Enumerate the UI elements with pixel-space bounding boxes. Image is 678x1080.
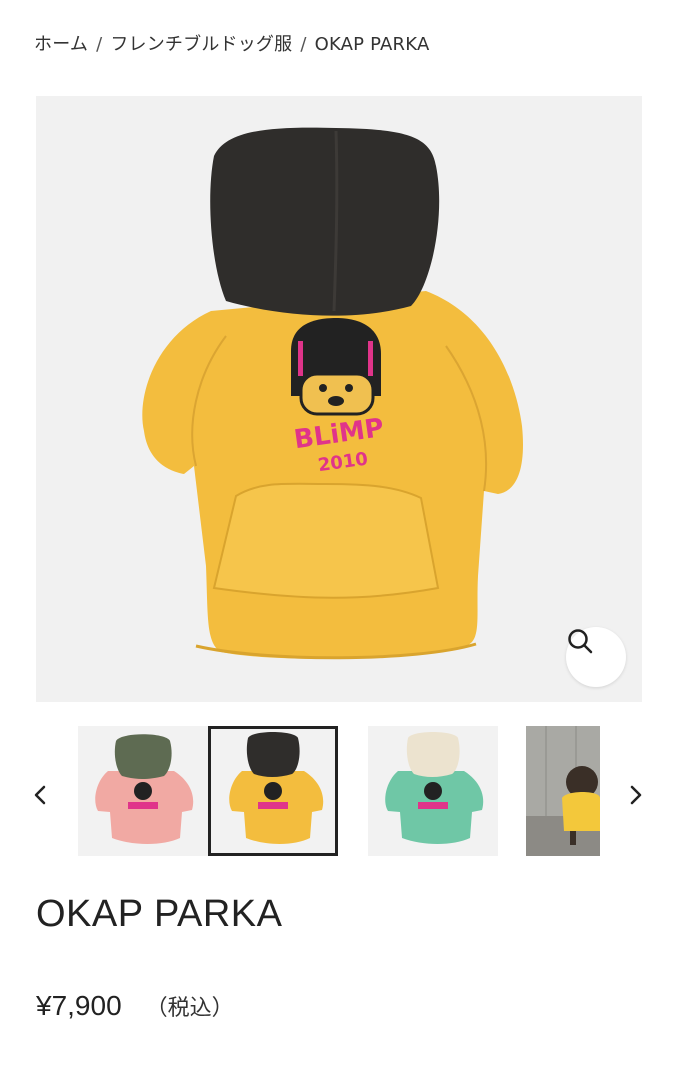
thumbnail-yellow[interactable]	[208, 726, 338, 856]
zoom-button[interactable]	[566, 627, 626, 687]
parka-illustration	[142, 127, 523, 660]
chevron-right-icon	[630, 785, 642, 805]
yellow-parka-thumbnail	[229, 732, 324, 844]
breadcrumb-home-link[interactable]: ホーム	[34, 34, 88, 55]
mint-parka-thumbnail	[385, 732, 484, 844]
thumbnail-photo[interactable]	[526, 726, 600, 856]
dog-photo-thumbnail	[526, 726, 600, 856]
product-price: ¥7,900 （税込）	[36, 990, 234, 1022]
breadcrumb: ホーム / フレンチブルドッグ服 / OKAP PARKA	[34, 30, 429, 56]
thumbnail-mint[interactable]	[368, 726, 498, 856]
breadcrumb-category-link[interactable]: フレンチブルドッグ服	[110, 34, 292, 55]
search-icon	[568, 629, 593, 654]
print-year: 2010	[316, 448, 370, 477]
tax-note: （税込）	[145, 996, 234, 1021]
breadcrumb-separator: /	[96, 34, 103, 55]
thumbnail-next-button[interactable]	[624, 780, 648, 810]
breadcrumb-current: OKAP PARKA	[314, 34, 430, 55]
price-value: ¥7,900	[36, 990, 122, 1021]
thumbnail-pink[interactable]	[78, 726, 208, 856]
breadcrumb-separator: /	[300, 34, 307, 55]
main-product-image[interactable]: BLiMP 2010	[36, 96, 642, 702]
pink-parka-thumbnail	[95, 734, 194, 844]
thumbnail-prev-button[interactable]	[28, 780, 52, 810]
chevron-left-icon	[34, 785, 46, 805]
product-title: OKAP PARKA	[36, 893, 283, 935]
